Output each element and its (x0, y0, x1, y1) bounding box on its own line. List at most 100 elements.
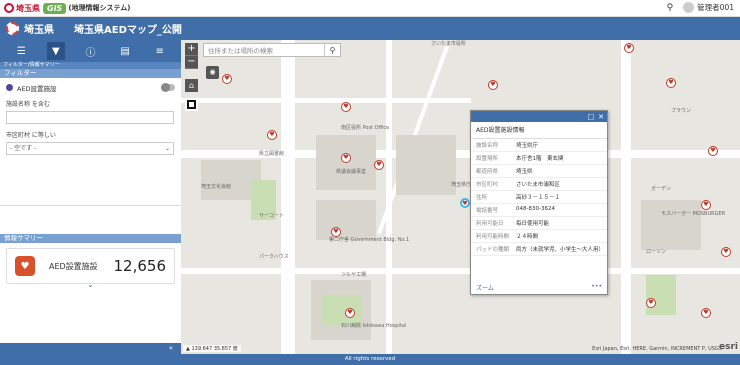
popup-row-key: 施設名称 (476, 143, 499, 149)
summary-count: 12,656 (113, 257, 167, 275)
stop-icon[interactable] (185, 98, 198, 111)
aed-pin-icon[interactable]: ♥ (666, 78, 676, 88)
aed-pin-selected-icon[interactable]: ♥ (460, 198, 470, 208)
map-label: 石川病院 Ishikawa Hospital (341, 323, 407, 329)
municipality-select[interactable]: - 空です - ⌄ (6, 142, 174, 155)
logo-gis: GIS (43, 2, 67, 14)
search-icon[interactable]: ⚲ (324, 44, 340, 56)
user-name[interactable]: 管理者001 (697, 2, 734, 13)
zoom-in-button[interactable]: + (185, 43, 198, 56)
map-view[interactable]: さいたま市役所 南区役所 Post Office 県立図書館 県議会議事堂 埼玉… (181, 40, 740, 354)
avatar[interactable] (683, 2, 695, 13)
coordinate-toggle-icon[interactable]: ▲ (186, 346, 190, 352)
aed-pin-icon[interactable]: ♥ (222, 74, 232, 84)
zoom-out-button[interactable]: − (185, 56, 198, 69)
aed-pin-icon[interactable]: ♥ (345, 308, 355, 318)
widget-toolbar: ☰ ▼ ⓘ ▤ ≡ (0, 40, 181, 62)
map-label: サーコート (259, 213, 285, 219)
popup-row-value: 毎日使用可能 (516, 221, 550, 227)
aed-pin-icon[interactable]: ♥ (701, 308, 711, 318)
aed-heart-icon: ♥ (15, 256, 35, 276)
layers-icon[interactable]: ☰ (12, 42, 30, 60)
popup-header: □ ✕ (471, 111, 607, 122)
summary-card[interactable]: ♥ AED設置施設 12,656 ⌄ (6, 248, 175, 289)
locate-icon[interactable]: ◉ (206, 66, 219, 79)
prefecture-seal-icon (4, 3, 14, 13)
search-icon[interactable]: ⚲ (667, 3, 674, 13)
map-label: モスバーガー MOSBURGER (661, 211, 726, 217)
coordinate-readout: ▲ 139.647 35.857 度 (183, 345, 241, 352)
home-icon[interactable]: ⌂ (185, 79, 198, 92)
zoom-to-link[interactable]: ズーム (476, 283, 494, 292)
popup-row: パッドの種類 両方（未就学児、小学生～大人用） (471, 243, 607, 256)
info-icon[interactable]: ⓘ (81, 42, 99, 60)
popup-row-value: 埼玉県庁 (516, 143, 539, 149)
aed-pin-icon[interactable]: ♥ (331, 227, 341, 237)
map-road (181, 268, 740, 274)
aed-pin-icon[interactable]: ♥ (488, 80, 498, 90)
summary-section-label: 情報サマリー (0, 234, 181, 243)
map-label: ローソン (646, 249, 667, 255)
filter-section-label: フィルター (0, 69, 181, 78)
feature-popup: □ ✕ AED設置施設情報 施設名称 埼玉県庁 設置場所 本庁舎1階 東玄関 都道府県 埼… (470, 110, 608, 295)
collapse-button[interactable]: « (0, 343, 181, 354)
chevron-down-icon: ⌄ (164, 145, 170, 152)
map-park (321, 295, 361, 325)
more-icon[interactable]: ••• (591, 283, 602, 292)
aed-pin-icon[interactable]: ♥ (624, 43, 634, 53)
esri-logo: esri (719, 342, 738, 352)
prefecture-emblem-icon (6, 22, 19, 35)
print-icon[interactable]: ▤ (116, 42, 134, 60)
aed-pin-icon[interactable]: ♥ (721, 247, 731, 257)
popup-row: 利用可能日 毎日使用可能 (471, 217, 607, 230)
app-header: 埼玉県 埼玉県AEDマップ_公開 (0, 17, 740, 40)
page-title: 埼玉県AEDマップ_公開 (74, 25, 182, 36)
popup-row-value: ２４時間 (516, 234, 539, 240)
map-label: パークハウス (259, 254, 289, 260)
map-label: ブラウン (671, 108, 692, 114)
map-label: 県議会議事堂 (336, 169, 367, 175)
map-label: 第二庁舎 Government Bldg. No.1 (329, 237, 410, 243)
popup-row-key: 利用可能日 (476, 221, 504, 227)
maximize-icon[interactable]: □ (588, 113, 595, 121)
map-building (316, 200, 376, 240)
filter-icon[interactable]: ▼ (46, 42, 65, 60)
chevron-down-icon[interactable]: ⌄ (87, 280, 94, 289)
top-bar: 埼玉県 GIS (地理情報システム) ⚲ 管理者001 (0, 0, 740, 17)
zoom-control: + − (185, 43, 198, 69)
filter-toggle[interactable] (161, 83, 175, 92)
left-panel: ☰ ▼ ⓘ ▤ ≡ フィルター/情報サマリー フィルター AED設置施設 施設名… (0, 40, 181, 354)
list-icon[interactable]: ≡ (151, 42, 169, 60)
popup-row-key: 電話番号 (476, 208, 499, 214)
popup-row-value: さいたま市浦和区 (516, 182, 560, 188)
popup-row-value: 048-830-3624 (516, 206, 555, 212)
aed-pin-icon[interactable]: ♥ (341, 153, 351, 163)
map-attribution: Esri Japan, Esri, HERE, Garmin, INCREMEN… (592, 346, 722, 352)
aed-pin-icon[interactable]: ♥ (646, 298, 656, 308)
logo-pref-name: 埼玉県 (16, 3, 40, 13)
facility-name-label: 施設名称 を含む (6, 101, 50, 108)
facility-name-input[interactable] (6, 111, 174, 124)
popup-row-key: 都道府県 (476, 169, 499, 175)
map-road (621, 40, 631, 354)
popup-row: 利用可能時間 ２４時間 (471, 230, 607, 243)
aed-pin-icon[interactable]: ♥ (267, 130, 277, 140)
aed-pin-icon[interactable]: ♥ (701, 200, 711, 210)
popup-row-value: 埼玉県 (516, 169, 533, 175)
popup-row: 施設名称 埼玉県庁 (471, 139, 607, 152)
summary-name: AED設置施設 (49, 261, 98, 271)
aed-pin-icon[interactable]: ♥ (708, 146, 718, 156)
header-pref-name: 埼玉県 (24, 25, 54, 36)
coordinate-text: 139.647 35.857 度 (191, 346, 238, 352)
map-label: 埼玉文化会館 (201, 184, 232, 190)
map-search-input[interactable]: 住所または場所の検索 ⚲ (203, 43, 341, 57)
map-building (641, 200, 701, 250)
gis-logo[interactable]: 埼玉県 GIS (地理情報システム) (4, 1, 131, 16)
popup-row-key: 利用可能時間 (476, 234, 510, 240)
aed-pin-icon[interactable]: ♥ (341, 102, 351, 112)
map-park (646, 275, 676, 315)
close-icon[interactable]: ✕ (598, 113, 604, 121)
popup-row: 電話番号 048-830-3624 (471, 204, 607, 217)
aed-pin-icon[interactable]: ♥ (374, 160, 384, 170)
map-label: ガーデン (651, 186, 672, 192)
